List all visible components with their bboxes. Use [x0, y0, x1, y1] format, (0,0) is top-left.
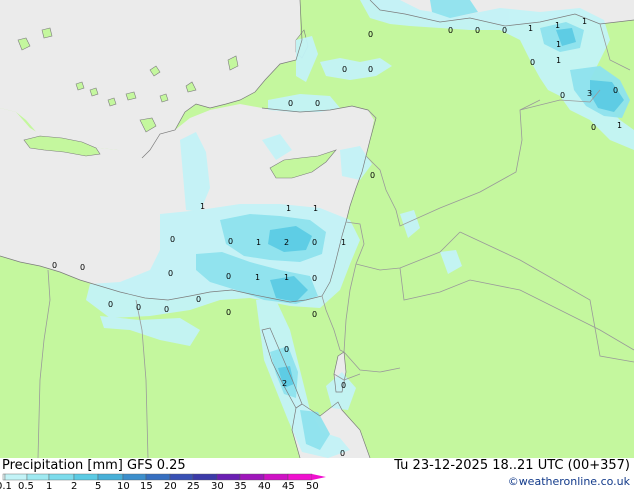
legend-tick-label: 40 — [258, 481, 271, 490]
point-label: 0 — [288, 99, 293, 108]
legend-swatch — [216, 473, 241, 481]
point-label: 0 — [312, 274, 317, 283]
point-label: 0 — [196, 295, 201, 304]
legend-tick-label: 30 — [211, 481, 224, 490]
legend-swatch — [287, 473, 313, 481]
legend-swatch — [48, 473, 75, 481]
point-label: 0 — [475, 26, 480, 35]
point-label: 0 — [315, 99, 320, 108]
point-label: 0 — [228, 237, 233, 246]
footer-bar: Precipitation [mm] GFS 0.25 Tu 23-12-202… — [0, 458, 634, 490]
point-label: 0 — [108, 300, 113, 309]
legend-swatch — [263, 473, 289, 481]
point-label: 0 — [226, 308, 231, 317]
point-label: 0 — [170, 235, 175, 244]
point-label: 0 — [613, 86, 618, 95]
run-time-label: Tu 23-12-2025 18..21 UTC (00+357) — [394, 458, 630, 473]
point-label: 1 — [617, 121, 622, 130]
point-label: 2 — [284, 238, 289, 247]
point-label: 0 — [312, 310, 317, 319]
point-label: 3 — [587, 89, 592, 98]
point-label: 1 — [582, 17, 587, 26]
legend-tick-label: 45 — [282, 481, 295, 490]
legend-tick-label: 0.1 — [0, 481, 12, 490]
legend-tick-label: 25 — [187, 481, 200, 490]
point-label: 0 — [340, 449, 345, 458]
legend-tick-label: 2 — [71, 481, 77, 490]
point-label: 0 — [370, 171, 375, 180]
point-label: 0 — [341, 381, 346, 390]
point-label: 1 — [255, 273, 260, 282]
point-label: 1 — [528, 24, 533, 33]
point-label: 0 — [284, 345, 289, 354]
legend-color-bar — [2, 473, 326, 481]
point-label: 1 — [286, 204, 291, 213]
point-label: 2 — [282, 379, 287, 388]
legend-swatch — [2, 473, 6, 481]
point-label: 0 — [560, 91, 565, 100]
legend-tick-label: 0.5 — [18, 481, 34, 490]
point-label: 1 — [556, 56, 561, 65]
credit-link[interactable]: ©weatheronline.co.uk — [508, 475, 630, 488]
point-label: 0 — [591, 123, 596, 132]
point-label: 0 — [52, 261, 57, 270]
point-label: 1 — [556, 40, 561, 49]
point-label: 0 — [80, 263, 85, 272]
legend-tick-label: 35 — [234, 481, 247, 490]
legend-swatch — [4, 473, 28, 481]
legend-swatch — [192, 473, 218, 481]
point-label: 0 — [530, 58, 535, 67]
point-label: 0 — [168, 269, 173, 278]
legend-swatch — [169, 473, 194, 481]
point-label: 0 — [448, 26, 453, 35]
point-label: 1 — [555, 21, 560, 30]
precipitation-map: 0 0 0 1 1 1 1 0 0 0 0 0 0 1 0 3 0 0 1 0 … — [0, 0, 634, 458]
legend-swatch — [145, 473, 171, 481]
precip-legend: 0.10.5125101520253035404550 — [0, 473, 326, 490]
point-label: 1 — [284, 273, 289, 282]
legend-swatch — [73, 473, 99, 481]
legend-tick-label: 5 — [95, 481, 101, 490]
point-label: 1 — [256, 238, 261, 247]
legend-swatch — [239, 473, 265, 481]
legend-tick-label: 50 — [306, 481, 319, 490]
legend-swatch — [122, 473, 147, 481]
point-label: 0 — [164, 305, 169, 314]
point-label: 1 — [200, 202, 205, 211]
point-label: 0 — [136, 303, 141, 312]
legend-tick-label: 15 — [140, 481, 153, 490]
point-label: 0 — [368, 65, 373, 74]
point-label: 0 — [368, 30, 373, 39]
legend-arrow-tip — [312, 474, 326, 480]
point-label: 1 — [313, 204, 318, 213]
legend-swatch — [26, 473, 50, 481]
point-label: 0 — [502, 26, 507, 35]
point-label: 1 — [341, 238, 346, 247]
legend-swatch — [97, 473, 124, 481]
legend-tick-label: 10 — [117, 481, 130, 490]
legend-tick-label: 1 — [46, 481, 52, 490]
point-label: 0 — [226, 272, 231, 281]
legend-tick-label: 20 — [164, 481, 177, 490]
point-label: 0 — [312, 238, 317, 247]
legend-ticks: 0.10.5125101520253035404550 — [0, 481, 319, 490]
point-label: 0 — [342, 65, 347, 74]
